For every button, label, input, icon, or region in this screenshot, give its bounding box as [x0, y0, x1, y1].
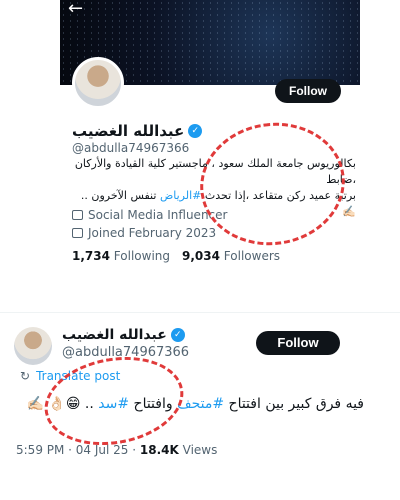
tweet-avatar[interactable] — [14, 327, 52, 365]
calendar-icon — [72, 228, 83, 238]
followers-count: 9,034 — [182, 249, 220, 263]
tweet-name-row: عبدالله الغضيب ✓ — [62, 327, 185, 343]
profile-name: عبدالله الغضيب — [72, 122, 185, 140]
followers-link[interactable]: 9,034 Followers — [182, 249, 280, 263]
profile-joined: Joined February 2023 — [72, 226, 216, 240]
profile-name-row: عبدالله الغضيب ✓ — [72, 122, 203, 140]
joined-label: Joined February 2023 — [88, 226, 217, 240]
following-label: Following — [113, 249, 170, 263]
tweet-text-pre: فيه فرق كبير بين افتتاح — [228, 396, 364, 412]
verified-badge-icon: ✓ — [188, 124, 203, 138]
briefcase-icon — [72, 210, 83, 220]
tweet-views-label: Views — [182, 443, 218, 457]
following-link[interactable]: 1,734 Following — [72, 249, 170, 263]
tweet-meta: 5:59 PM · 04 Jul 25 · 18.4K Views — [16, 443, 217, 457]
bio-hashtag[interactable]: #الرياض — [160, 189, 201, 202]
profile-counts: 1,734 Following 9,034 Followers — [72, 249, 280, 263]
following-count: 1,734 — [72, 249, 110, 263]
arrow-left-icon[interactable]: ← — [68, 0, 90, 20]
tweet-author-name[interactable]: عبدالله الغضيب — [62, 327, 167, 343]
translate-icon: ↻ — [20, 369, 31, 383]
follow-button[interactable]: Follow — [275, 79, 341, 103]
verified-badge-icon: ✓ — [170, 328, 185, 342]
avatar[interactable] — [72, 57, 124, 109]
profile-handle: @abdulla74967366 — [72, 141, 190, 155]
tweet-timestamp[interactable]: 5:59 PM · 04 Jul 25 · — [16, 443, 140, 457]
tweet-follow-button[interactable]: Follow — [256, 331, 340, 355]
profile-category: Social Media Influencer — [72, 208, 227, 222]
tweet-views-count: 18.4K — [139, 443, 179, 457]
followers-label: Followers — [223, 249, 281, 263]
tweet-hashtag-1[interactable]: #متحف — [177, 396, 224, 412]
